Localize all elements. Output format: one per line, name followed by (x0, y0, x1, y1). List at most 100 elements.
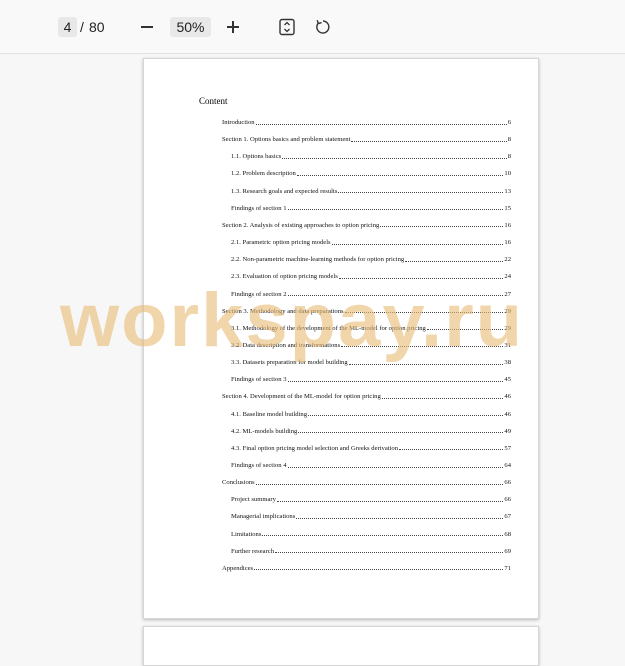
toc-entry[interactable]: Findings of section 3 45 (231, 371, 511, 383)
fit-page-button[interactable] (278, 18, 296, 36)
zoom-level[interactable]: 50% (170, 17, 211, 37)
toc-entry[interactable]: Findings of section 2 27 (231, 286, 511, 298)
toc-entry-title: 2.3. Evaluation of option pricing models (231, 273, 338, 281)
toc-entry[interactable]: 1.3. Research goals and expected results… (231, 183, 511, 195)
toc-entry-page: 15 (504, 204, 511, 212)
toc-entry-page: 69 (504, 547, 511, 555)
fit-page-icon (279, 18, 295, 36)
current-page-input[interactable]: 4 (58, 17, 77, 37)
toc-entry[interactable]: 2.2. Non-parametric machine-learning met… (231, 251, 511, 263)
toc-dot-leader (341, 346, 504, 348)
toc-entry[interactable]: 1.1. Options basics 8 (231, 148, 511, 160)
toc-entry-title: Limitations (231, 530, 262, 538)
toc-entry-page: 29 (504, 307, 511, 315)
toc-entry-title: 1.3. Research goals and expected results (231, 187, 338, 195)
toc-entry[interactable]: Introduction 6 (222, 114, 511, 126)
toc-dot-leader (399, 449, 504, 451)
toc-entry-title: Findings of section 1 (231, 204, 287, 212)
toc-dot-leader (275, 552, 504, 554)
toc-entry[interactable]: Appendices 71 (222, 560, 511, 572)
toc-entry[interactable]: Further research 69 (231, 543, 511, 555)
toc-entry[interactable]: 4.3. Final option pricing model selectio… (231, 440, 511, 452)
toc-dot-leader (351, 140, 507, 142)
toc-entry-page: 66 (504, 496, 511, 504)
toc-entry[interactable]: 2.3. Evaluation of option pricing models… (231, 268, 511, 280)
toc-entry-page: 67 (504, 513, 511, 521)
toc-entry-page: 24 (504, 273, 511, 281)
toc-entry[interactable]: Section 3. Methodology and data preparat… (222, 303, 511, 315)
toc-dot-leader (276, 500, 504, 502)
toc-entry-page: 8 (507, 136, 511, 144)
toc-entry-page: 66 (504, 479, 511, 487)
toc-entry-page: 16 (504, 221, 511, 229)
toc-entry-title: 4.3. Final option pricing model selectio… (231, 444, 399, 452)
toc-entry[interactable]: Findings of section 1 15 (231, 200, 511, 212)
toc-entry[interactable]: 3.2. Data description and transformation… (231, 337, 511, 349)
toc-entry-title: Managerial implications (231, 513, 296, 521)
toc-entry[interactable]: Conclusions 66 (222, 474, 511, 486)
zoom-in-button[interactable] (223, 17, 243, 37)
rotate-button[interactable] (314, 18, 332, 36)
toc-dot-leader (331, 243, 504, 245)
toc-entry-title: Project summary (231, 496, 276, 504)
toc-entry[interactable]: Findings of section 4 64 (231, 457, 511, 469)
toc-entry-page: 6 (507, 119, 511, 126)
toc-entry[interactable]: 3.3. Datasets preparation for model buil… (231, 354, 511, 366)
toc-entry-title: Introduction (222, 119, 255, 126)
toc-dot-leader (255, 123, 507, 125)
toc-dot-leader (287, 295, 504, 296)
zoom-out-button[interactable] (137, 17, 157, 37)
toc-entry[interactable]: Project summary 66 (231, 491, 511, 503)
toc-dot-leader (381, 397, 504, 399)
toc-entry[interactable]: 1.2. Problem description 10 (231, 165, 511, 177)
toc-entry-title: 3.1. Methodology of the development of t… (231, 324, 426, 332)
toc-entry-page: 29 (504, 324, 511, 332)
toc-dot-leader (338, 277, 504, 279)
toc-entry-page: 22 (504, 256, 511, 264)
toc-entry[interactable]: Section 1. Options basics and problem st… (222, 131, 511, 143)
toc-entry[interactable]: 2.1. Parametric option pricing models 16 (231, 234, 511, 246)
toc-entry-title: Conclusions (222, 479, 255, 487)
toc-dot-leader (254, 569, 504, 571)
toc-entry-title: Further research (231, 547, 275, 555)
toc-entry-page: 68 (504, 530, 511, 538)
toc-dot-leader (298, 432, 504, 434)
toc-entry-page: 71 (504, 564, 511, 572)
toc-entry-title: Section 2. Analysis of existing approach… (222, 221, 380, 229)
rotate-icon (316, 19, 330, 34)
toc-dot-leader (282, 157, 507, 159)
toc-heading: Content (199, 96, 228, 106)
toc-dot-leader (287, 209, 504, 211)
page-separator: / (80, 19, 84, 35)
toc-entry[interactable]: Limitations 68 (231, 526, 511, 538)
toc-dot-leader (262, 535, 504, 537)
toc-entry[interactable]: 4.2. ML-models building 49 (231, 423, 511, 435)
toc-entry-page: 46 (504, 410, 511, 418)
toc-dot-leader (287, 380, 504, 382)
toc-dot-leader (344, 312, 504, 314)
toc-entry[interactable]: Section 4. Development of the ML-model f… (222, 388, 511, 400)
toc-entry-title: 1.2. Problem description (231, 170, 296, 178)
toc-entry-page: 13 (504, 187, 511, 195)
next-document-page (143, 626, 539, 666)
document-page: Content Introduction 6 Section 1. Options … (143, 58, 539, 619)
toc-entry-page: 46 (504, 393, 511, 401)
toc-entry[interactable]: Managerial implications 67 (231, 508, 511, 520)
toc-dot-leader (255, 483, 504, 485)
toc-entry-title: Section 3. Methodology and data preparat… (222, 307, 344, 315)
toc-dot-leader (380, 226, 504, 228)
toc-entry[interactable]: 3.1. Methodology of the development of t… (231, 320, 511, 332)
viewer-toolbar: 4 / 80 50% (0, 0, 625, 54)
toc-entry-page: 16 (504, 239, 511, 247)
toc-entry-page: 38 (504, 359, 511, 367)
toc-entry-page: 31 (504, 341, 511, 349)
toc-dot-leader (308, 415, 504, 417)
toc-entry-title: Findings of section 4 (231, 462, 287, 469)
toc-entry-title: 1.1. Options basics (231, 153, 282, 161)
toc-dot-leader (405, 260, 504, 262)
toc-entry-title: Findings of section 2 (231, 290, 287, 298)
toc-entry-title: Appendices (222, 564, 254, 572)
toc-entry[interactable]: 4.1. Baseline model building 46 (231, 406, 511, 418)
toc-entry[interactable]: Section 2. Analysis of existing approach… (222, 217, 511, 229)
toc-entry-title: Findings of section 3 (231, 376, 287, 384)
